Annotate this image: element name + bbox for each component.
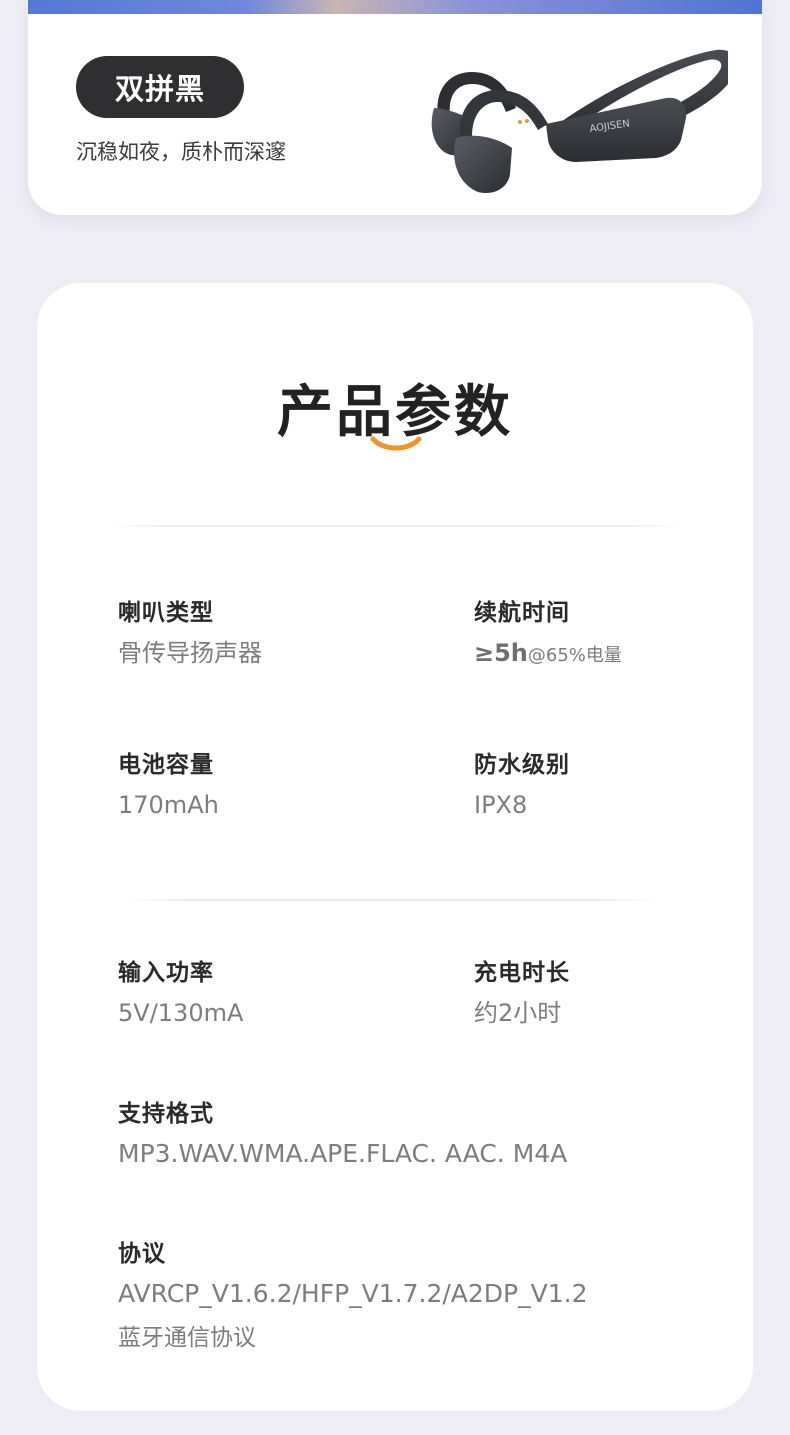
model-photo-edge [28, 0, 762, 14]
spec-label: 防水级别 [474, 752, 570, 778]
spec-value: 5V/130mA [118, 999, 244, 1027]
spec-battery-capacity: 电池容量 170mAh [118, 750, 219, 820]
spec-protocol: 协议 AVRCP_V1.6.2/HFP_V1.7.2/A2DP_V1.2 蓝牙通… [118, 1239, 587, 1353]
spec-label: 电池容量 [118, 752, 214, 778]
spec-card: 产品参数 喇叭类型 骨传导扬声器 续航时间 ≥5h@65%电量 电池容量 170… [37, 283, 753, 1411]
spec-value: ≥5h@65%电量 [474, 638, 622, 671]
spec-value: MP3.WAV.WMA.APE.FLAC. AAC. M4A [118, 1139, 568, 1168]
spec-value-note: @65%电量 [527, 645, 622, 666]
spec-battery-life: 续航时间 ≥5h@65%电量 [474, 598, 622, 671]
spec-label: 协议 [118, 1241, 166, 1267]
divider-middle [127, 899, 657, 901]
spec-label: 输入功率 [118, 960, 214, 986]
smile-curve-icon [370, 436, 422, 451]
spec-value: AVRCP_V1.6.2/HFP_V1.7.2/A2DP_V1.2 [118, 1279, 588, 1308]
spec-value: 骨传导扬声器 [118, 639, 262, 667]
spec-charge-time: 充电时长 约2小时 [474, 958, 570, 1028]
spec-label: 喇叭类型 [118, 600, 214, 626]
spec-value: 170mAh [118, 791, 219, 819]
spec-label: 支持格式 [118, 1101, 214, 1127]
spec-label: 充电时长 [474, 960, 570, 986]
spec-supported-formats: 支持格式 MP3.WAV.WMA.APE.FLAC. AAC. M4A [118, 1099, 567, 1169]
spec-value: 约2小时 [474, 999, 562, 1027]
color-variant-pill[interactable]: 双拼黑 [76, 56, 244, 118]
spec-value-sub: 蓝牙通信协议 [118, 1325, 256, 1351]
bone-conduction-headphone-icon: AOJISEN [431, 49, 728, 194]
color-variant-description: 沉稳如夜，质朴而深邃 [76, 140, 286, 164]
divider-top [107, 525, 687, 527]
spec-speaker-type: 喇叭类型 骨传导扬声器 [118, 598, 262, 668]
color-variant-card: 双拼黑 沉稳如夜，质朴而深邃 AOJISEN [28, 0, 762, 215]
spec-waterproof-level: 防水级别 IPX8 [474, 750, 570, 820]
spec-input-power: 输入功率 5V/130mA [118, 958, 243, 1028]
spec-value-strong: ≥5h [474, 639, 528, 667]
spec-value: IPX8 [474, 791, 528, 819]
spec-label: 续航时间 [474, 600, 570, 626]
